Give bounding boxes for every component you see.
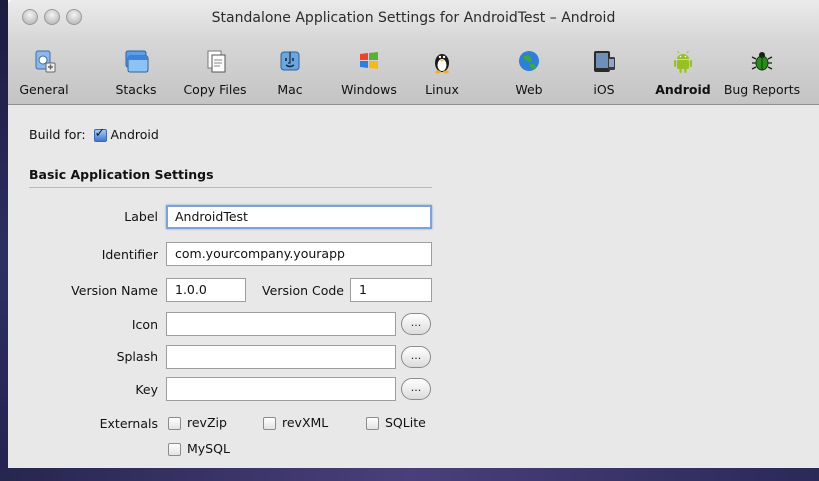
- linux-icon: [435, 54, 449, 74]
- tab-copy-files[interactable]: Copy Files: [178, 40, 252, 102]
- android-icon: [674, 50, 692, 73]
- tab-mac[interactable]: Mac: [270, 40, 310, 102]
- tab-windows[interactable]: Windows: [338, 40, 400, 102]
- version-name-input[interactable]: 1.0.0: [166, 278, 246, 302]
- tab-label: Android: [655, 82, 711, 97]
- external-revzip-checkbox[interactable]: [168, 417, 181, 430]
- section-divider: [29, 187, 432, 188]
- settings-window: Standalone Application Settings for Andr…: [8, 0, 819, 468]
- desktop-background: [0, 0, 8, 481]
- externals-label: Externals: [99, 416, 158, 431]
- bug-reports-icon: [751, 52, 773, 71]
- tab-stacks[interactable]: Stacks: [110, 40, 162, 102]
- external-mysql-label: MySQL: [187, 441, 230, 456]
- tab-label: Windows: [341, 82, 397, 97]
- version-code-field-label: Version Code: [262, 283, 344, 298]
- icon-field-label: Icon: [131, 317, 158, 332]
- desktop-background-bottom: [0, 468, 819, 481]
- external-revzip[interactable]: revZip: [168, 415, 227, 430]
- key-browse-button[interactable]: ...: [401, 378, 431, 400]
- tab-ios[interactable]: iOS: [586, 40, 622, 102]
- mac-icon: [280, 51, 300, 71]
- label-input[interactable]: AndroidTest: [166, 205, 432, 229]
- icon-path-input[interactable]: [166, 312, 396, 336]
- settings-toolbar: General Stacks Copy Files Mac Windows Li…: [8, 40, 819, 102]
- tab-label: iOS: [593, 82, 615, 97]
- copy-files-icon: [207, 50, 226, 73]
- window-title: Standalone Application Settings for Andr…: [211, 10, 616, 26]
- tab-label: Bug Reports: [723, 82, 801, 97]
- tab-label: Linux: [425, 82, 459, 97]
- tab-label: General: [19, 82, 69, 97]
- section-title: Basic Application Settings: [29, 167, 214, 182]
- version-code-input[interactable]: 1: [350, 278, 432, 302]
- label-field-label: Label: [124, 209, 158, 224]
- tab-label: Stacks: [115, 82, 157, 97]
- tab-label: Web: [515, 82, 543, 97]
- tab-label: Copy Files: [183, 82, 247, 97]
- identifier-field-label: Identifier: [101, 247, 158, 262]
- general-icon: [35, 50, 56, 73]
- tab-android[interactable]: Android: [654, 40, 712, 102]
- key-path-input[interactable]: [166, 377, 396, 401]
- build-for-platform-label: Android: [110, 127, 159, 142]
- web-icon: [519, 51, 539, 71]
- icon-browse-button[interactable]: ...: [401, 313, 431, 335]
- external-sqlite[interactable]: SQLite: [366, 415, 426, 430]
- ios-icon: [594, 51, 615, 72]
- build-for-label: Build for:: [29, 127, 86, 142]
- version-name-field-label: Version Name: [71, 283, 158, 298]
- tab-web[interactable]: Web: [511, 40, 547, 102]
- build-for-row: Build for: Android: [29, 126, 159, 142]
- external-sqlite-label: SQLite: [385, 415, 426, 430]
- windows-icon: [360, 52, 378, 69]
- tab-label: Mac: [277, 82, 303, 97]
- build-for-android-checkbox[interactable]: [93, 126, 107, 142]
- tab-bug-reports[interactable]: Bug Reports: [720, 40, 804, 102]
- splash-path-input[interactable]: [166, 345, 396, 369]
- external-mysql-checkbox[interactable]: [168, 443, 181, 456]
- stacks-icon: [125, 50, 149, 73]
- external-revxml-checkbox[interactable]: [263, 417, 276, 430]
- splash-browse-button[interactable]: ...: [401, 346, 431, 368]
- external-revxml-label: revXML: [282, 415, 329, 430]
- tab-general[interactable]: General: [16, 40, 72, 102]
- external-revxml[interactable]: revXML: [263, 415, 328, 430]
- external-sqlite-checkbox[interactable]: [366, 417, 379, 430]
- external-revzip-label: revZip: [187, 415, 227, 430]
- splash-field-label: Splash: [116, 349, 158, 364]
- android-settings-pane: Build for: Android Basic Application Set…: [8, 105, 819, 468]
- window-titlebar: Standalone Application Settings for Andr…: [8, 0, 819, 105]
- identifier-input[interactable]: com.yourcompany.yourapp: [166, 242, 432, 266]
- external-mysql[interactable]: MySQL: [168, 441, 230, 456]
- key-field-label: Key: [135, 382, 158, 397]
- tab-linux[interactable]: Linux: [420, 40, 464, 102]
